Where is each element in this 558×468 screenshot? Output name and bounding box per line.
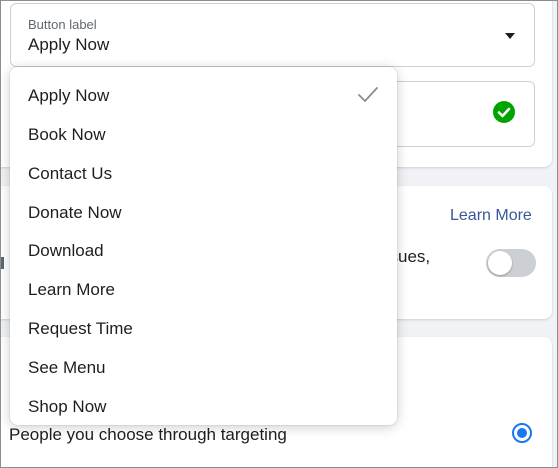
option-label: Download — [28, 241, 104, 260]
special-category-toggle[interactable] — [486, 249, 536, 277]
cropped-text-mark — [1, 257, 4, 269]
dropdown-option-see-menu[interactable]: See Menu — [10, 348, 397, 387]
dropdown-option-donate-now[interactable]: Donate Now — [10, 193, 397, 232]
caret-down-icon — [505, 33, 515, 39]
targeting-option-label: People you choose through targeting — [9, 425, 287, 444]
toggle-knob — [488, 251, 512, 275]
button-label-select[interactable]: Button label Apply Now — [10, 3, 535, 67]
dropdown-option-download[interactable]: Download — [10, 231, 397, 270]
checkmark-icon — [358, 87, 378, 102]
option-label: See Menu — [28, 358, 106, 377]
window-frame: Button label Apply Now Learn More ssues,… — [0, 0, 558, 468]
dropdown-option-learn-more[interactable]: Learn More — [10, 270, 397, 309]
dropdown-option-request-time[interactable]: Request Time — [10, 309, 397, 348]
option-label: Donate Now — [28, 203, 122, 222]
button-label-caption: Button label — [28, 17, 97, 32]
option-label: Learn More — [28, 280, 115, 299]
option-label: Shop Now — [28, 397, 107, 416]
button-label-dropdown: Apply Now Book Now Contact Us Donate Now… — [10, 67, 397, 425]
button-label-value: Apply Now — [28, 35, 110, 54]
dropdown-option-apply-now[interactable]: Apply Now — [10, 76, 397, 115]
dropdown-option-book-now[interactable]: Book Now — [10, 115, 397, 154]
option-label: Book Now — [28, 125, 106, 144]
learn-more-link[interactable]: Learn More — [450, 207, 532, 225]
radio-selected-dot — [517, 428, 527, 438]
option-label: Contact Us — [28, 164, 113, 183]
check-circle-icon — [493, 101, 515, 123]
option-label: Apply Now — [28, 86, 110, 105]
targeting-radio[interactable] — [512, 423, 532, 443]
option-label: Request Time — [28, 319, 133, 338]
dropdown-option-shop-now[interactable]: Shop Now — [10, 387, 397, 426]
dropdown-option-contact-us[interactable]: Contact Us — [10, 154, 397, 193]
